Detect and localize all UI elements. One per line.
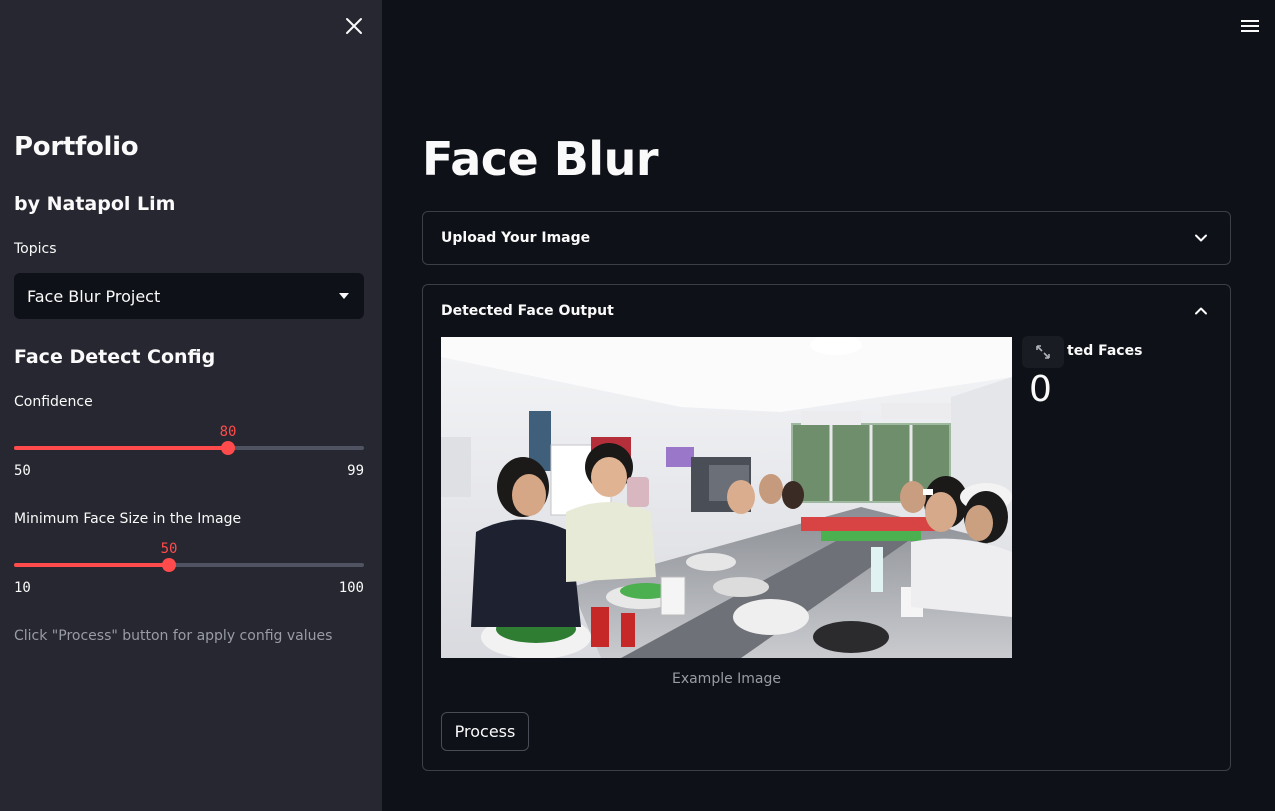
example-image (441, 337, 1012, 658)
min-face-label: Minimum Face Size in the Image (14, 511, 242, 527)
slider-track[interactable] (14, 446, 364, 450)
min-face-value: 50 (160, 541, 178, 557)
output-expander: Detected Face Output Example Image ted F… (422, 284, 1231, 771)
main-menu-button[interactable] (1239, 16, 1261, 36)
confidence-value: 80 (219, 424, 237, 440)
process-button[interactable]: Process (441, 712, 529, 751)
image-caption: Example Image (671, 671, 782, 687)
topics-label: Topics (14, 241, 57, 257)
config-heading: Face Detect Config (14, 346, 216, 368)
metric-label: ted Faces (1067, 343, 1143, 359)
min-face-slider[interactable]: 50 10 100 (14, 541, 364, 603)
confidence-min: 50 (14, 463, 31, 479)
confidence-label: Confidence (14, 394, 93, 410)
min-face-max: 100 (338, 580, 364, 596)
min-face-min: 10 (14, 580, 31, 596)
metric-value: 0 (1029, 369, 1052, 410)
chevron-down-icon (1195, 234, 1207, 242)
close-sidebar-button[interactable] (342, 14, 366, 38)
page-title: Face Blur (422, 132, 659, 186)
output-expander-label: Detected Face Output (441, 303, 614, 319)
sidebar: Portfolio by Natapol Lim Topics Face Blu… (0, 0, 382, 811)
fullscreen-icon (1036, 345, 1050, 359)
sidebar-title: Portfolio (14, 132, 139, 162)
slider-thumb[interactable] (162, 558, 176, 572)
upload-expander[interactable]: Upload Your Image (422, 211, 1231, 265)
hamburger-menu-icon (1241, 20, 1259, 32)
author-heading: by Natapol Lim (14, 193, 176, 215)
close-icon (346, 18, 362, 34)
output-expander-header[interactable]: Detected Face Output (423, 285, 1230, 337)
fullscreen-button[interactable] (1022, 336, 1064, 368)
caret-down-icon (339, 293, 349, 299)
topics-select[interactable]: Face Blur Project (14, 273, 364, 319)
chevron-up-icon (1195, 307, 1207, 315)
topics-selected-value: Face Blur Project (27, 286, 161, 306)
slider-fill (14, 563, 169, 567)
confidence-slider[interactable]: 80 50 99 (14, 424, 364, 486)
upload-expander-header[interactable]: Upload Your Image (423, 212, 1230, 264)
confidence-max: 99 (347, 463, 364, 479)
slider-thumb[interactable] (221, 441, 235, 455)
slider-track[interactable] (14, 563, 364, 567)
process-hint: Click "Process" button for apply config … (14, 628, 333, 644)
upload-expander-label: Upload Your Image (441, 230, 591, 246)
slider-fill (14, 446, 228, 450)
